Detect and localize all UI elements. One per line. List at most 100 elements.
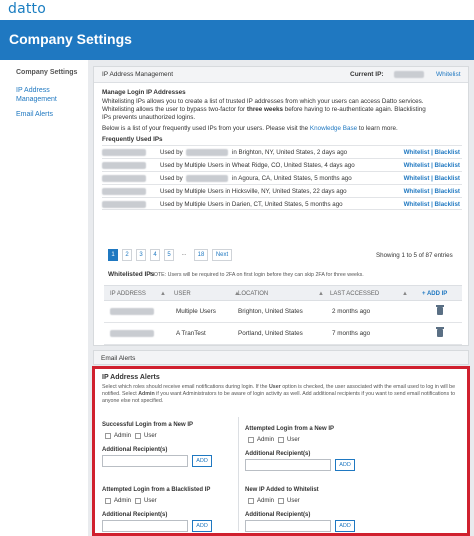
recipients-input[interactable]: [102, 455, 188, 467]
alerts-description: Select which roles should receive email …: [102, 384, 462, 406]
user-redacted: [186, 149, 228, 156]
whitelist-blacklist-links[interactable]: Whitelist | Blacklist: [404, 162, 460, 169]
column-location[interactable]: LOCATION: [238, 291, 268, 297]
recipients-input[interactable]: [245, 459, 331, 471]
alert-section-successful-login: Successful Login from a New IP Admin Use…: [102, 422, 222, 470]
admin-label: Admin: [257, 498, 275, 504]
page-1-button[interactable]: 1: [108, 249, 118, 261]
admin-checkbox[interactable]: [248, 498, 254, 504]
sidebar-title: Company Settings: [16, 69, 78, 76]
next-page-button[interactable]: Next: [212, 249, 232, 261]
recipients-label: Additional Recipient(s): [102, 512, 168, 518]
desc-text: before having to re-authenticate again. …: [282, 106, 426, 113]
datto-logo[interactable]: datto: [8, 1, 46, 17]
desc-bold-duration: three weeks: [246, 106, 283, 113]
section-title: Attempted Login from a Blacklisted IP: [102, 487, 211, 493]
alert-section-ip-added-to-whitelist: New IP Added to Whitelist Admin User Add…: [245, 487, 365, 535]
add-recipient-button[interactable]: ADD: [335, 459, 355, 471]
description-line-3: IPs prevents unauthorized logins.: [102, 114, 196, 121]
ip-redacted: [102, 149, 146, 156]
usage-text: Used by Multiple Users in Darien, CT, Un…: [160, 201, 343, 208]
usage-text: Used by Multiple Users in Wheat Ridge, C…: [160, 162, 355, 169]
whitelist-current-ip-link[interactable]: Whitelist: [436, 71, 461, 78]
recipients-label: Additional Recipient(s): [245, 451, 311, 457]
user-label: User: [144, 498, 157, 504]
whitelist-table-header: IP ADDRESS ▲ USER ▲ LOCATION ▲ LAST ACCE…: [104, 285, 462, 301]
entries-count: Showing 1 to 5 of 87 entries: [376, 252, 453, 259]
page-18-button[interactable]: 18: [194, 249, 208, 261]
user-checkbox[interactable]: [135, 498, 141, 504]
sidebar-item-ip-address-management[interactable]: IP Address Management: [16, 86, 76, 104]
whitelist-blacklist-links[interactable]: Whitelist | Blacklist: [404, 149, 460, 156]
row-last-accessed: 7 months ago: [332, 330, 371, 337]
page-3-button[interactable]: 3: [136, 249, 146, 261]
admin-checkbox[interactable]: [105, 433, 111, 439]
panel-title: IP Address Management: [102, 71, 174, 78]
add-recipient-button[interactable]: ADD: [192, 520, 212, 532]
desc-user: User: [268, 384, 281, 390]
knowledge-base-link[interactable]: Knowledge Base: [310, 125, 357, 132]
trash-icon[interactable]: [436, 305, 444, 315]
add-recipient-button[interactable]: ADD: [335, 520, 355, 532]
recipients-input[interactable]: [102, 520, 188, 532]
page-2-button[interactable]: 2: [122, 249, 132, 261]
page-ellipsis: ...: [178, 249, 190, 261]
usage-location: in Agoura, CA, United States, 5 months a…: [232, 175, 352, 182]
sort-icon[interactable]: ▲: [402, 291, 408, 297]
desc-text: if you want Administrators to be aware o…: [102, 391, 456, 405]
user-checkbox[interactable]: [278, 437, 284, 443]
current-ip-value-redacted: [394, 71, 424, 78]
manage-heading: Manage Login IP Addresses: [102, 89, 186, 96]
desc-text: Select which roles should receive email …: [102, 384, 269, 390]
email-alerts-title: Email Alerts: [101, 355, 136, 362]
whitelist-blacklist-links[interactable]: Whitelist | Blacklist: [404, 175, 460, 182]
trash-icon[interactable]: [436, 327, 444, 337]
user-label: User: [287, 498, 300, 504]
whitelist-blacklist-links[interactable]: Whitelist | Blacklist: [404, 188, 460, 195]
frequent-ip-row: Used by Multiple Users in Darien, CT, Un…: [102, 197, 462, 210]
usage-location: in Brighton, NY, United States, 2 days a…: [232, 149, 348, 156]
user-label: User: [287, 437, 300, 443]
column-last-accessed[interactable]: LAST ACCESSED: [330, 291, 379, 297]
ip-redacted: [102, 162, 146, 169]
frequent-ip-row: Used by Multiple Users in Wheat Ridge, C…: [102, 158, 462, 171]
row-last-accessed: 2 months ago: [332, 308, 371, 315]
frequent-ip-row: Used by Multiple Users in Hicksville, NY…: [102, 184, 462, 197]
recipients-input[interactable]: [245, 520, 331, 532]
whitelist-blacklist-links[interactable]: Whitelist | Blacklist: [404, 201, 460, 208]
page-5-button[interactable]: 5: [164, 249, 174, 261]
main-content: IP Address Management Current IP: Whitel…: [88, 60, 474, 536]
row-user: Multiple Users: [176, 308, 216, 315]
admin-label: Admin: [114, 498, 132, 504]
usage-text: Used by Multiple Users in Hicksville, NY…: [160, 188, 347, 195]
sidebar: Company Settings IP Address Management E…: [0, 60, 88, 536]
user-redacted: [186, 175, 228, 182]
whitelisted-ips-title: Whitelisted IPs: [108, 271, 155, 278]
panel-header: IP Address Management Current IP: Whitel…: [94, 67, 468, 83]
row-location: Brighton, United States: [238, 308, 303, 315]
user-label: User: [144, 433, 157, 439]
sort-icon[interactable]: ▲: [318, 291, 324, 297]
user-checkbox[interactable]: [278, 498, 284, 504]
column-user[interactable]: USER: [174, 291, 191, 297]
user-checkbox[interactable]: [135, 433, 141, 439]
whitelist-row: A TranTest Portland, United States 7 mon…: [104, 323, 462, 345]
add-recipient-button[interactable]: ADD: [192, 455, 212, 467]
desc-text: Whitelisting allows the user to bypass t…: [102, 106, 247, 113]
sort-icon[interactable]: ▲: [160, 291, 166, 297]
usage-text: Used by: [160, 149, 183, 156]
alert-section-attempted-login: Attempted Login from a New IP Admin User…: [245, 426, 365, 474]
frequent-ip-row: Used by in Brighton, NY, United States, …: [102, 145, 462, 158]
email-alerts-header: Email Alerts: [93, 350, 469, 365]
kb-text: Below is a list of your frequently used …: [102, 125, 310, 132]
whitelisted-note: NOTE: Users will be required to 2FA on f…: [150, 272, 364, 278]
admin-checkbox[interactable]: [105, 498, 111, 504]
admin-checkbox[interactable]: [248, 437, 254, 443]
usage-text: Used by: [160, 175, 183, 182]
column-ip-address[interactable]: IP ADDRESS: [110, 291, 146, 297]
frequent-ips-title: Frequently Used IPs: [102, 136, 163, 143]
add-ip-button[interactable]: + ADD IP: [422, 291, 447, 297]
whitelist-row: Multiple Users Brighton, United States 2…: [104, 301, 462, 323]
page-4-button[interactable]: 4: [150, 249, 160, 261]
sidebar-item-email-alerts[interactable]: Email Alerts: [16, 110, 76, 119]
